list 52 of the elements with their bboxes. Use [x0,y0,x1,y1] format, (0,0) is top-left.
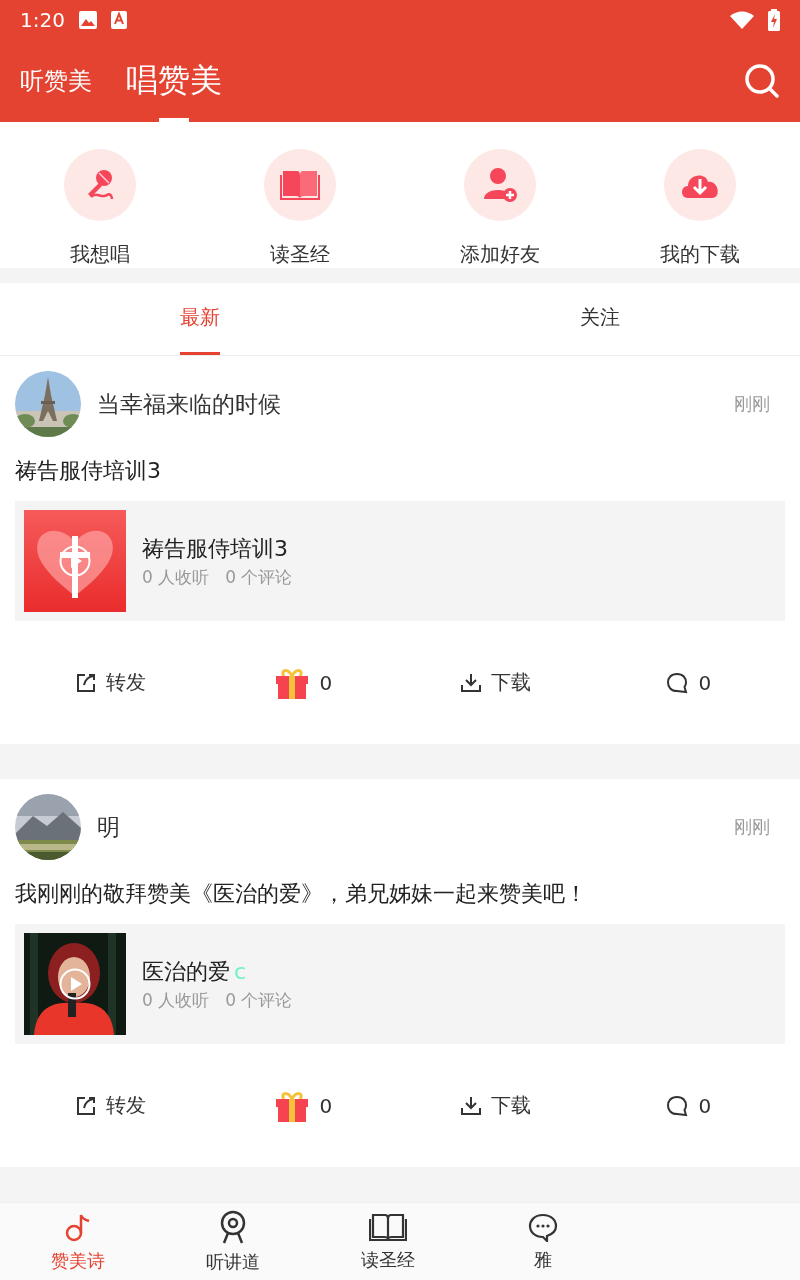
media-title: 祷告服侍培训3 [142,534,288,563]
nav-tab[interactable]: 赞美诗 [0,1203,155,1280]
chat-icon [527,1211,558,1242]
post-time: 刚刚 [734,392,770,416]
listener-count: 0 人收听 [142,988,210,1012]
download-button[interactable]: 下载 [461,669,532,696]
comment-count: 0 个评论 [225,565,293,589]
shortcut-button[interactable]: 我的下载 [600,122,800,268]
user-name: 当幸福来临的时候 [97,389,282,419]
download-icon [461,672,482,693]
shortcut-button[interactable]: 读圣经 [200,122,400,268]
media-card[interactable]: 祷告服侍培训3 0 人收听 0 个评论 [15,501,785,621]
share-icon [76,1095,97,1116]
gift-icon [275,1089,310,1122]
comment-button[interactable]: 0 [666,670,712,695]
play-icon[interactable] [59,968,91,1000]
feed-tab[interactable]: 关注 [580,283,620,355]
nav-tab[interactable]: 雅 [465,1203,620,1280]
comment-count: 0 个评论 [225,988,293,1012]
download-button[interactable]: 下载 [461,1092,532,1119]
shortcut-button[interactable]: 添加好友 [400,122,600,268]
media-card[interactable]: 医治的爱 c 0 人收听 0 个评论 [15,924,785,1044]
gift-button[interactable]: 0 [275,666,333,699]
post-text: 我刚刚的敬拜赞美《医治的爱》，弟兄姊妹一起来赞美吧！ [15,880,588,908]
gift-icon [275,666,310,699]
font-icon [110,11,127,29]
share-button[interactable]: 转发 [76,669,147,696]
user-name: 明 [97,812,121,842]
media-tag: c [234,958,247,984]
webcam-icon [218,1209,247,1244]
clock: 1:20 [20,8,65,32]
nav-tab[interactable]: 读圣经 [310,1203,465,1280]
battery-icon [768,9,780,31]
book-icon [368,1211,407,1242]
share-icon [76,672,97,693]
wifi-icon [730,11,754,29]
listener-count: 0 人收听 [142,565,210,589]
comment-icon [666,671,689,694]
comment-button[interactable]: 0 [666,1093,712,1118]
download-icon [461,1095,482,1116]
search-icon[interactable] [744,63,780,99]
post-text: 祷告服侍培训3 [15,457,162,485]
header-tab[interactable]: 唱赞美 [126,40,222,122]
media-title: 医治的爱 [142,957,230,986]
gift-button[interactable]: 0 [275,1089,333,1122]
comment-icon [666,1094,689,1117]
image-icon [78,11,97,29]
post-time: 刚刚 [734,815,770,839]
share-button[interactable]: 转发 [76,1092,147,1119]
header-tab[interactable]: 听赞美 [20,40,92,122]
nav-tab[interactable]: 听讲道 [155,1203,310,1280]
shortcut-button[interactable]: 我想唱 [0,122,200,268]
